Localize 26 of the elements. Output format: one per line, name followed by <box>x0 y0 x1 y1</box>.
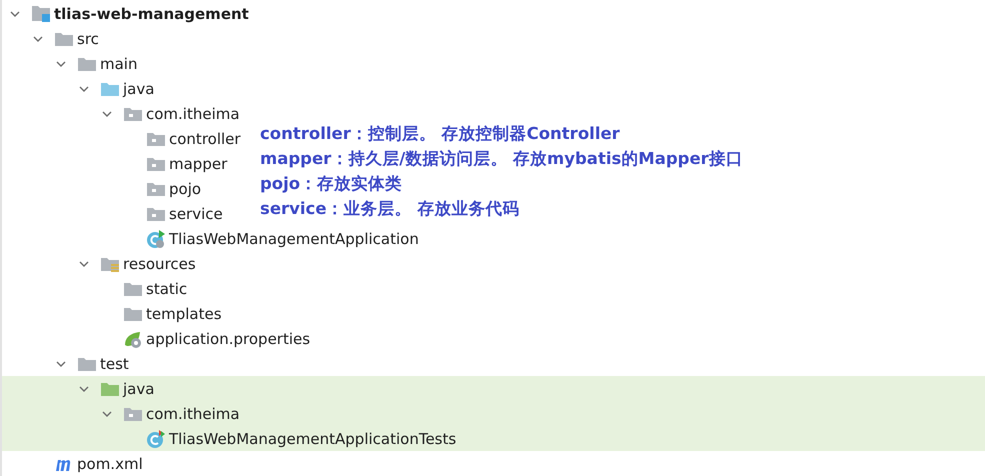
annotation-line: mapper：持久层/数据访问层。 存放mybatis的Mapper接口 <box>260 148 743 170</box>
tree-item[interactable]: templates <box>146 304 222 322</box>
module-folder-icon <box>31 4 51 24</box>
tree-item[interactable]: mapper <box>169 154 228 172</box>
annotation-line: pojo：存放实体类 <box>260 173 404 195</box>
tree-item[interactable]: java <box>123 380 154 398</box>
tree-item[interactable]: controller <box>169 130 241 148</box>
tree-item[interactable]: service <box>169 204 223 222</box>
tree-item[interactable]: src <box>77 30 99 48</box>
tree-item[interactable]: pom.xml <box>77 454 143 472</box>
tree-item[interactable]: com.itheima <box>146 104 240 122</box>
tree-item[interactable]: com.itheima <box>146 404 240 422</box>
tree-item[interactable]: static <box>146 280 188 298</box>
annotation-line: controller：控制层。 存放控制器Controller <box>260 123 621 145</box>
tree-item[interactable]: application.properties <box>146 330 310 348</box>
tree-item[interactable]: TliasWebManagementApplicationTests <box>169 430 456 448</box>
tree-item[interactable]: resources <box>123 254 196 272</box>
tree-item[interactable]: tlias-web-management <box>54 4 249 22</box>
class-icon <box>146 428 166 448</box>
class-icon <box>146 228 166 248</box>
annotation-line: service：业务层。 存放业务代码 <box>260 198 520 220</box>
tree-item[interactable]: test <box>100 354 129 372</box>
tree-item[interactable]: pojo <box>169 180 202 198</box>
tree-item[interactable]: TliasWebManagementApplication <box>169 230 419 248</box>
tree-item[interactable]: main <box>100 54 138 72</box>
tree-item[interactable]: java <box>123 80 154 98</box>
